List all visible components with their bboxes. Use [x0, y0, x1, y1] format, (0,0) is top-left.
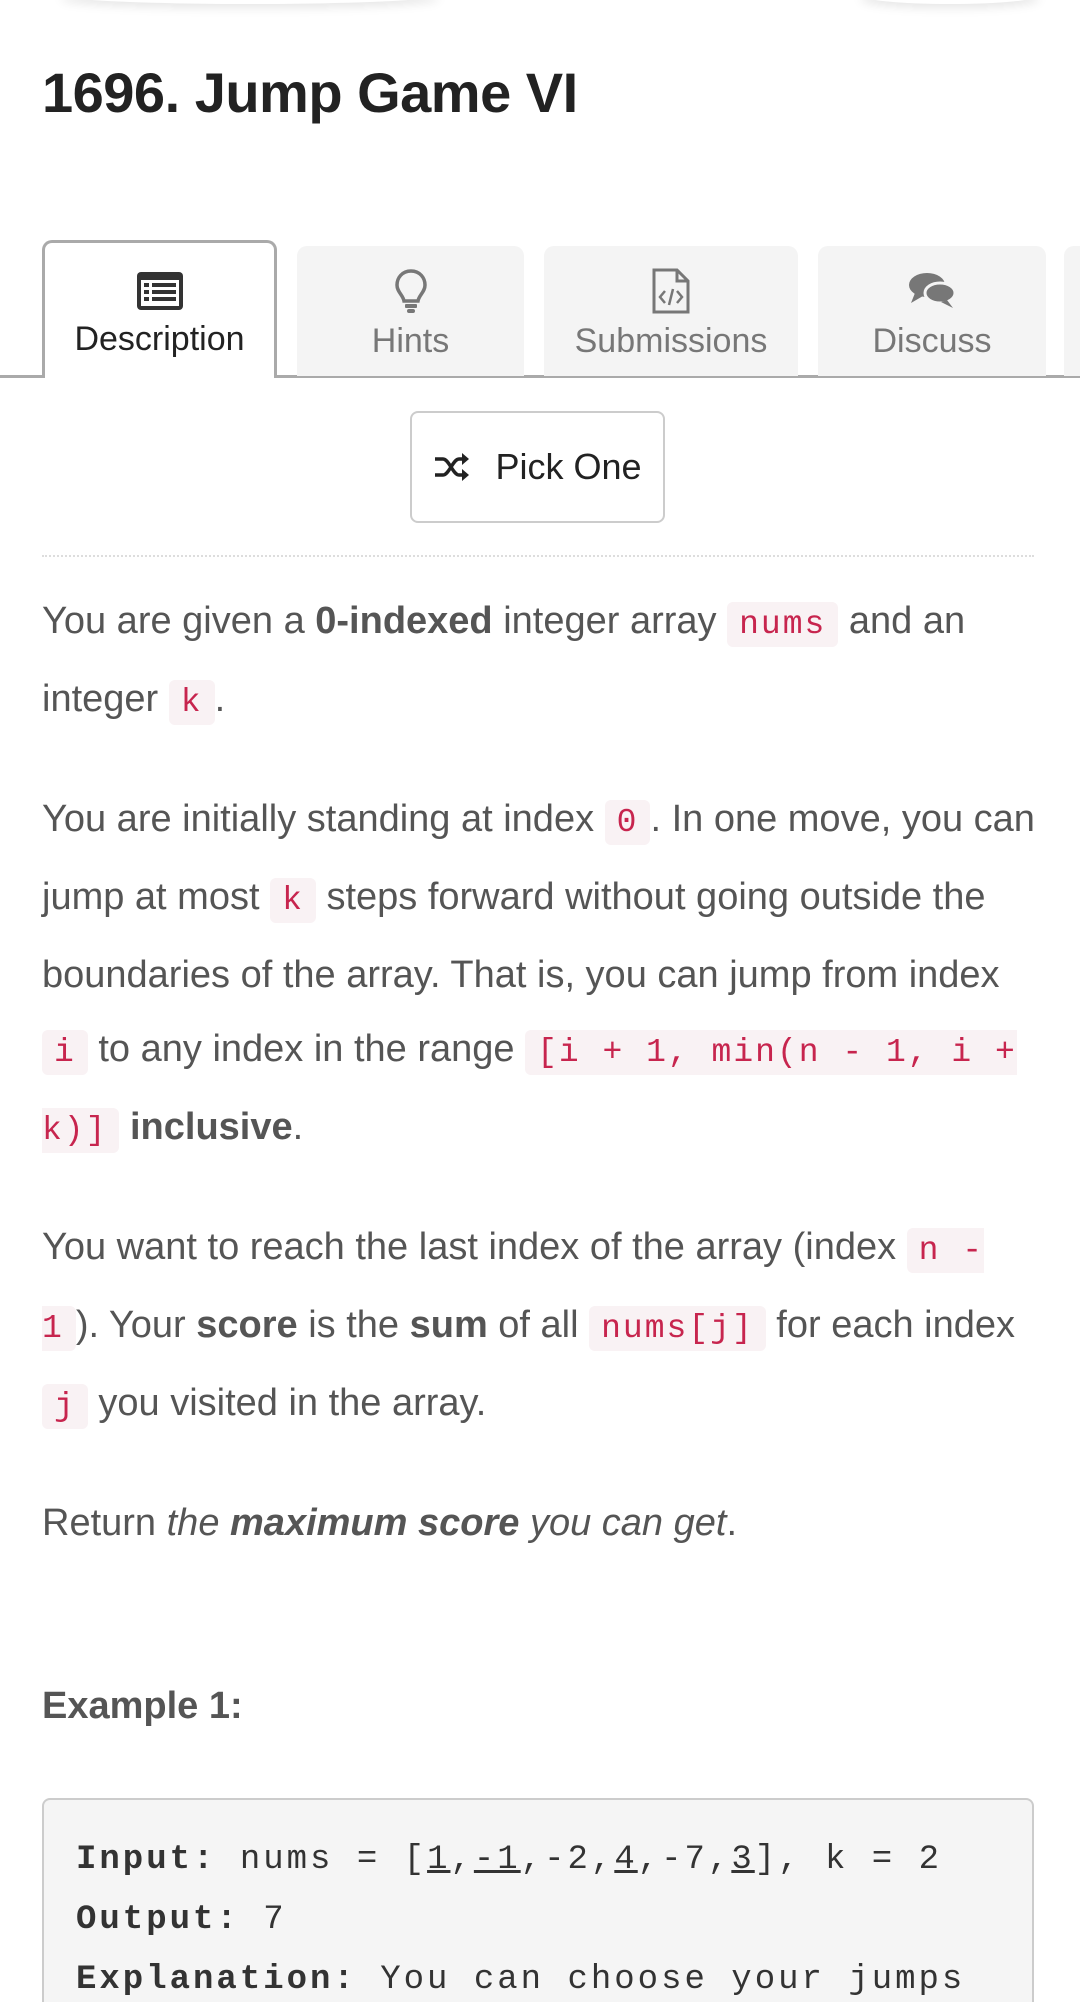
inline-code: j: [42, 1384, 88, 1429]
comments-icon: [907, 268, 957, 314]
inline-code: nums[j]: [589, 1306, 766, 1351]
lightbulb-icon: [394, 268, 428, 314]
list-icon: [136, 268, 184, 314]
input-label: Input:: [76, 1841, 217, 1879]
top-shadow-decoration: [860, 0, 1040, 4]
inline-code: k: [270, 878, 316, 923]
section-divider: [42, 555, 1034, 557]
tab-discuss[interactable]: Discuss: [818, 246, 1046, 376]
output-label: Output:: [76, 1901, 240, 1939]
tab-label: Hints: [371, 322, 450, 360]
description-paragraph: Return the maximum score you can get.: [42, 1502, 737, 1544]
shuffle-icon: [433, 451, 471, 483]
description-paragraph: You are initially standing at index 0. I…: [42, 782, 1038, 1168]
tab-hints[interactable]: Hints: [297, 246, 524, 376]
code-file-icon: [651, 268, 691, 314]
example-title: Example 1:: [42, 1685, 243, 1727]
explanation-label: Explanation:: [76, 1961, 357, 1999]
inline-code: i: [42, 1030, 88, 1075]
tab-label: Description: [74, 320, 245, 358]
pick-one-label: Pick One: [495, 446, 642, 487]
page-title: 1696. Jump Game VI: [42, 61, 578, 124]
tab-more[interactable]: [1064, 246, 1080, 376]
tab-label: Discuss: [872, 322, 992, 360]
example-code-block: Input: nums = [1,-1,-2,4,-7,3], k = 2 Ou…: [42, 1798, 1034, 2002]
top-shadow-decoration: [60, 0, 440, 4]
description-paragraph: You are given a 0-indexed integer array …: [42, 584, 1038, 740]
inline-code: 0: [604, 800, 651, 845]
inline-code: k: [168, 680, 215, 725]
tab-label: Submissions: [574, 322, 768, 360]
inline-code: nums: [727, 602, 839, 647]
tab-bar: Description Hints Submissions Discuss: [0, 240, 1080, 378]
tab-submissions[interactable]: Submissions: [544, 246, 798, 376]
tab-description[interactable]: Description: [42, 240, 277, 378]
problem-description: You are given a 0-indexed integer array …: [42, 584, 1038, 1602]
pick-one-button[interactable]: Pick One: [410, 411, 665, 523]
description-paragraph: You want to reach the last index of the …: [42, 1210, 1038, 1444]
